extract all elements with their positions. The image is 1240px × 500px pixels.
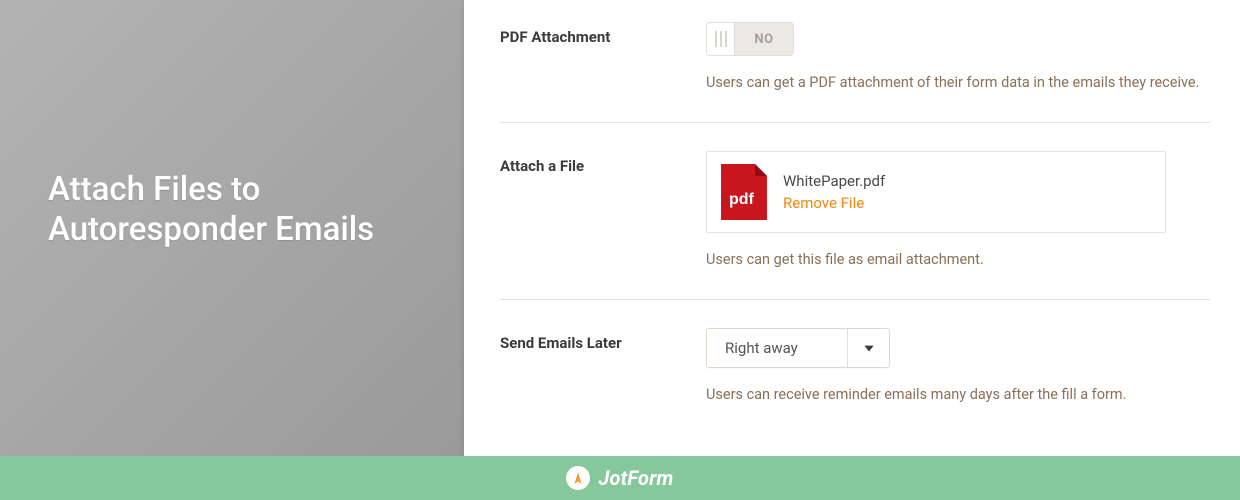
section-attach-file: Attach a File pdf WhitePaper.pdf bbox=[500, 123, 1210, 300]
label-send-later: Send Emails Later bbox=[500, 328, 706, 406]
attached-file-box: pdf WhitePaper.pdf Remove File bbox=[706, 151, 1166, 233]
settings-panel: PDF Attachment NO Users can get a PDF at… bbox=[464, 0, 1240, 456]
helper-attach-file: Users can get this file as email attachm… bbox=[706, 249, 1210, 271]
toggle-knob bbox=[707, 23, 735, 55]
toggle-state-label: NO bbox=[735, 32, 793, 47]
helper-pdf-attachment: Users can get a PDF attachment of their … bbox=[706, 72, 1210, 94]
brand: JotForm bbox=[566, 466, 673, 490]
brand-logo-icon bbox=[566, 466, 590, 490]
footer-bar: JotForm bbox=[0, 456, 1240, 500]
svg-text:pdf: pdf bbox=[729, 191, 755, 208]
section-pdf-attachment: PDF Attachment NO Users can get a PDF at… bbox=[500, 0, 1210, 123]
remove-file-link[interactable]: Remove File bbox=[783, 194, 885, 212]
send-later-value: Right away bbox=[707, 329, 847, 367]
chevron-down-icon bbox=[847, 329, 889, 367]
label-attach-file: Attach a File bbox=[500, 151, 706, 271]
hero-panel: Attach Files to Autoresponder Emails bbox=[0, 0, 464, 456]
section-send-later: Send Emails Later Right away Users can r… bbox=[500, 300, 1210, 434]
label-pdf-attachment: PDF Attachment bbox=[500, 22, 706, 94]
pdf-attachment-toggle[interactable]: NO bbox=[706, 22, 794, 56]
attached-file-name: WhitePaper.pdf bbox=[783, 172, 885, 190]
send-later-select[interactable]: Right away bbox=[706, 328, 890, 368]
hero-title: Attach Files to Autoresponder Emails bbox=[48, 170, 428, 250]
pdf-file-icon: pdf bbox=[721, 164, 767, 220]
helper-send-later: Users can receive reminder emails many d… bbox=[706, 384, 1210, 406]
brand-name: JotForm bbox=[598, 466, 673, 490]
